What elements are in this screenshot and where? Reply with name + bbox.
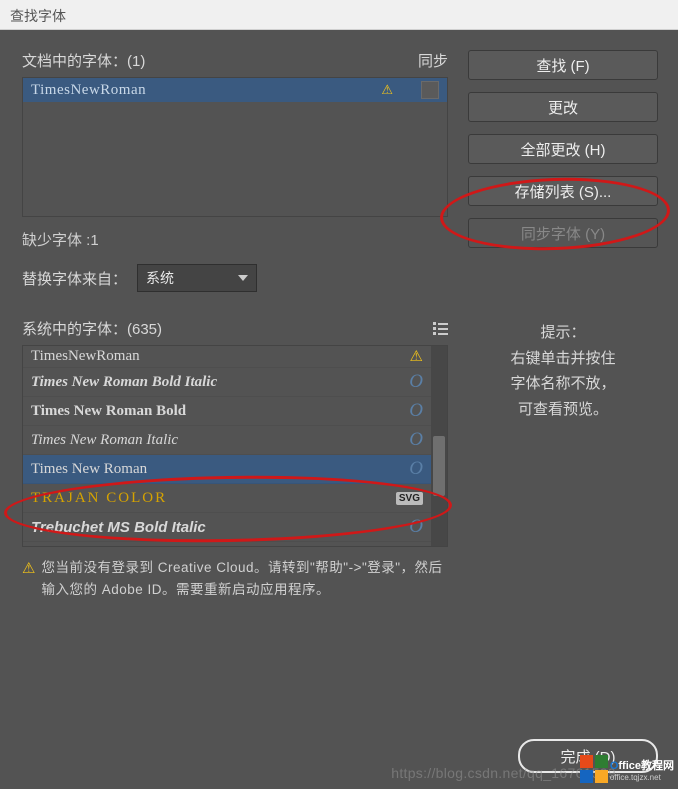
scrollbar[interactable] [431,346,447,546]
doc-font-row[interactable]: TimesNewRoman ⚠ [23,78,447,102]
sys-font-row[interactable]: Trebuchet MS Bold ItalicO [23,513,431,542]
dialog-body: 文档中的字体：(1) 同步 TimesNewRoman ⚠ 缺少字体 :1 替换… [0,30,678,789]
doc-fonts-header: 文档中的字体：(1) [22,50,145,71]
sys-font-row[interactable]: Times New Roman ItalicO [23,426,431,455]
opentype-icon: O [409,400,423,422]
sys-font-name: Times New Roman Bold Italic [31,374,409,391]
titlebar: 查找字体 [0,0,678,30]
doc-fonts-list[interactable]: TimesNewRoman ⚠ [22,77,448,217]
sys-font-name: Trebuchet MS Bold Italic [31,519,409,536]
replace-source-select[interactable]: 系统 [137,264,257,292]
doc-font-name: TimesNewRoman [31,82,381,99]
change-all-button[interactable]: 全部更改 (H) [468,134,658,164]
sync-header: 同步 [418,50,448,71]
scroll-thumb[interactable] [433,436,445,496]
sys-font-name: Times New Roman [31,461,409,478]
opentype-icon: O [409,371,423,393]
chevron-down-icon [238,275,248,281]
window-title: 查找字体 [10,8,66,24]
warning-icon: ⚠ [410,347,423,365]
sys-font-row[interactable]: Times New Roman BoldO [23,397,431,426]
sys-font-name: TRAJAN COLOR [31,490,396,507]
sys-font-row[interactable]: TRAJAN COLORSVG [23,484,431,513]
sys-fonts-header: 系统中的字体：(635) [22,318,162,339]
sys-font-name: TimesNewRoman [31,348,406,365]
opentype-icon: O [409,516,423,538]
list-view-icon[interactable] [433,322,448,335]
sys-fonts-list: TimesNewRoman⚠Times New Roman Bold Itali… [22,345,448,547]
login-info-text: 您当前没有登录到 Creative Cloud。请转到"帮助"->"登录"，然后… [41,557,448,600]
warning-icon: ⚠ [22,557,35,600]
replace-source-value: 系统 [146,268,174,288]
sys-font-name: Times New Roman Italic [31,432,409,449]
sys-font-row[interactable]: Times New RomanO [23,455,431,484]
change-button[interactable]: 更改 [468,92,658,122]
sys-font-row[interactable]: Times New Roman Bold ItalicO [23,368,431,397]
save-list-button[interactable]: 存储列表 (S)... [468,176,658,206]
sys-font-name: Times New Roman Bold [31,403,409,420]
svg-font-icon: SVG [396,492,423,505]
missing-fonts-label: 缺少字体 :1 [22,229,448,250]
sync-checkbox[interactable] [421,81,439,99]
opentype-icon: O [409,458,423,480]
sync-fonts-button: 同步字体 (Y) [468,218,658,248]
office-logo-icon: Office教程网 office.tqjzx.net [580,755,674,783]
hint-text: 提示： 右键单击并按住 字体名称不放， 可查看预览。 [468,320,658,422]
warning-icon: ⚠ [381,82,393,98]
replace-from-label: 替换字体来自： [22,268,127,289]
find-button[interactable]: 查找 (F) [468,50,658,80]
sys-font-row[interactable]: TimesNewRoman⚠ [23,346,431,368]
opentype-icon: O [409,429,423,451]
